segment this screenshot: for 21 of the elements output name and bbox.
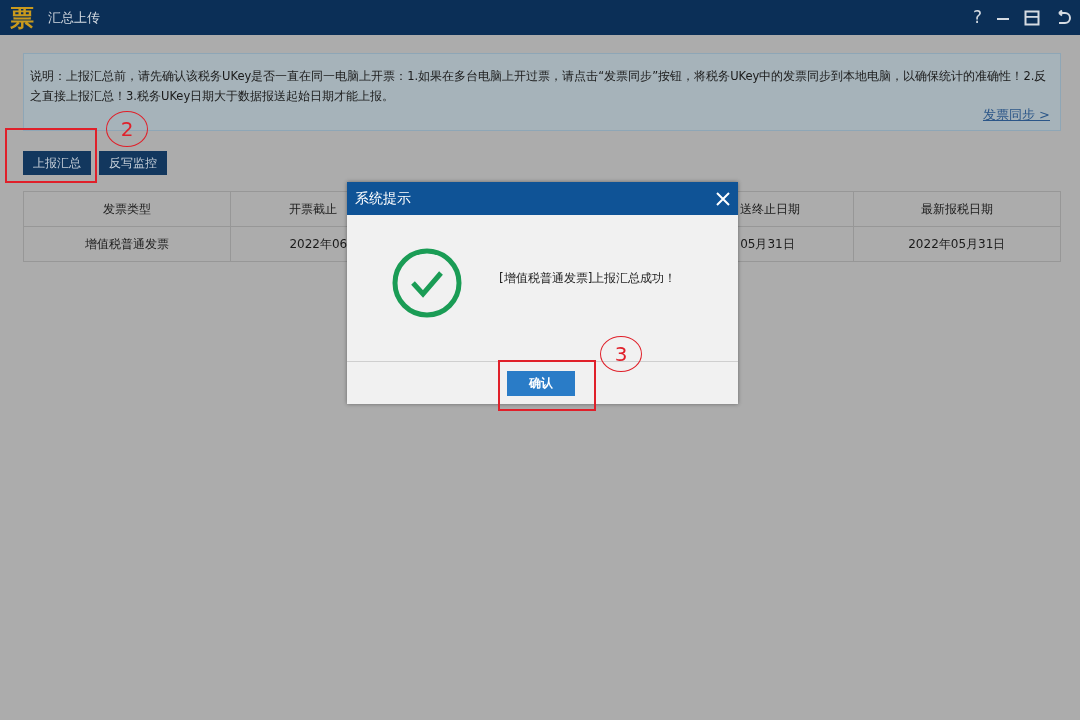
column-header: 最新报税日期: [920, 201, 993, 216]
window-title: 汇总上传: [48, 8, 101, 27]
notice-text: 说明：上报汇总前，请先确认该税务UKey是否一直在同一电脑上开票：1.如果在多台电脑上开过票，请点击“发票同步”按钮，将税务UKey中的发票同步到本地电脑，以确保统计的准确性！2.反之直接上报汇总！3.税务UKey日期大于数据报送起始日期才能上报。: [30, 68, 1048, 105]
confirm-button[interactable]: 确认: [506, 370, 575, 396]
help-button[interactable]: ?: [972, 9, 982, 26]
table-cell: 2022年06: [289, 236, 348, 251]
column-header: 发票类型: [103, 201, 152, 216]
check-circle-icon: [391, 247, 463, 319]
column-header: 开票截止: [289, 201, 338, 216]
app-logo: 票: [10, 5, 34, 30]
table-cell: 2022年05月31日: [908, 236, 1006, 251]
table-cell: 增值税普通发票: [85, 236, 170, 251]
toolbar-button[interactable]: 上报汇总: [23, 151, 91, 175]
maximize-icon[interactable]: [1024, 9, 1040, 26]
table-cell: 05月31日: [740, 236, 795, 251]
column-header: 送终止日期: [740, 201, 801, 216]
sync-link[interactable]: 发票同步 >: [982, 106, 1050, 124]
dialog-message: [增值税普通发票]上报汇总成功！: [499, 269, 677, 287]
dialog-title: 系统提示: [355, 189, 411, 208]
toolbar-button[interactable]: 反写监控: [99, 151, 167, 175]
close-icon[interactable]: [716, 191, 730, 206]
